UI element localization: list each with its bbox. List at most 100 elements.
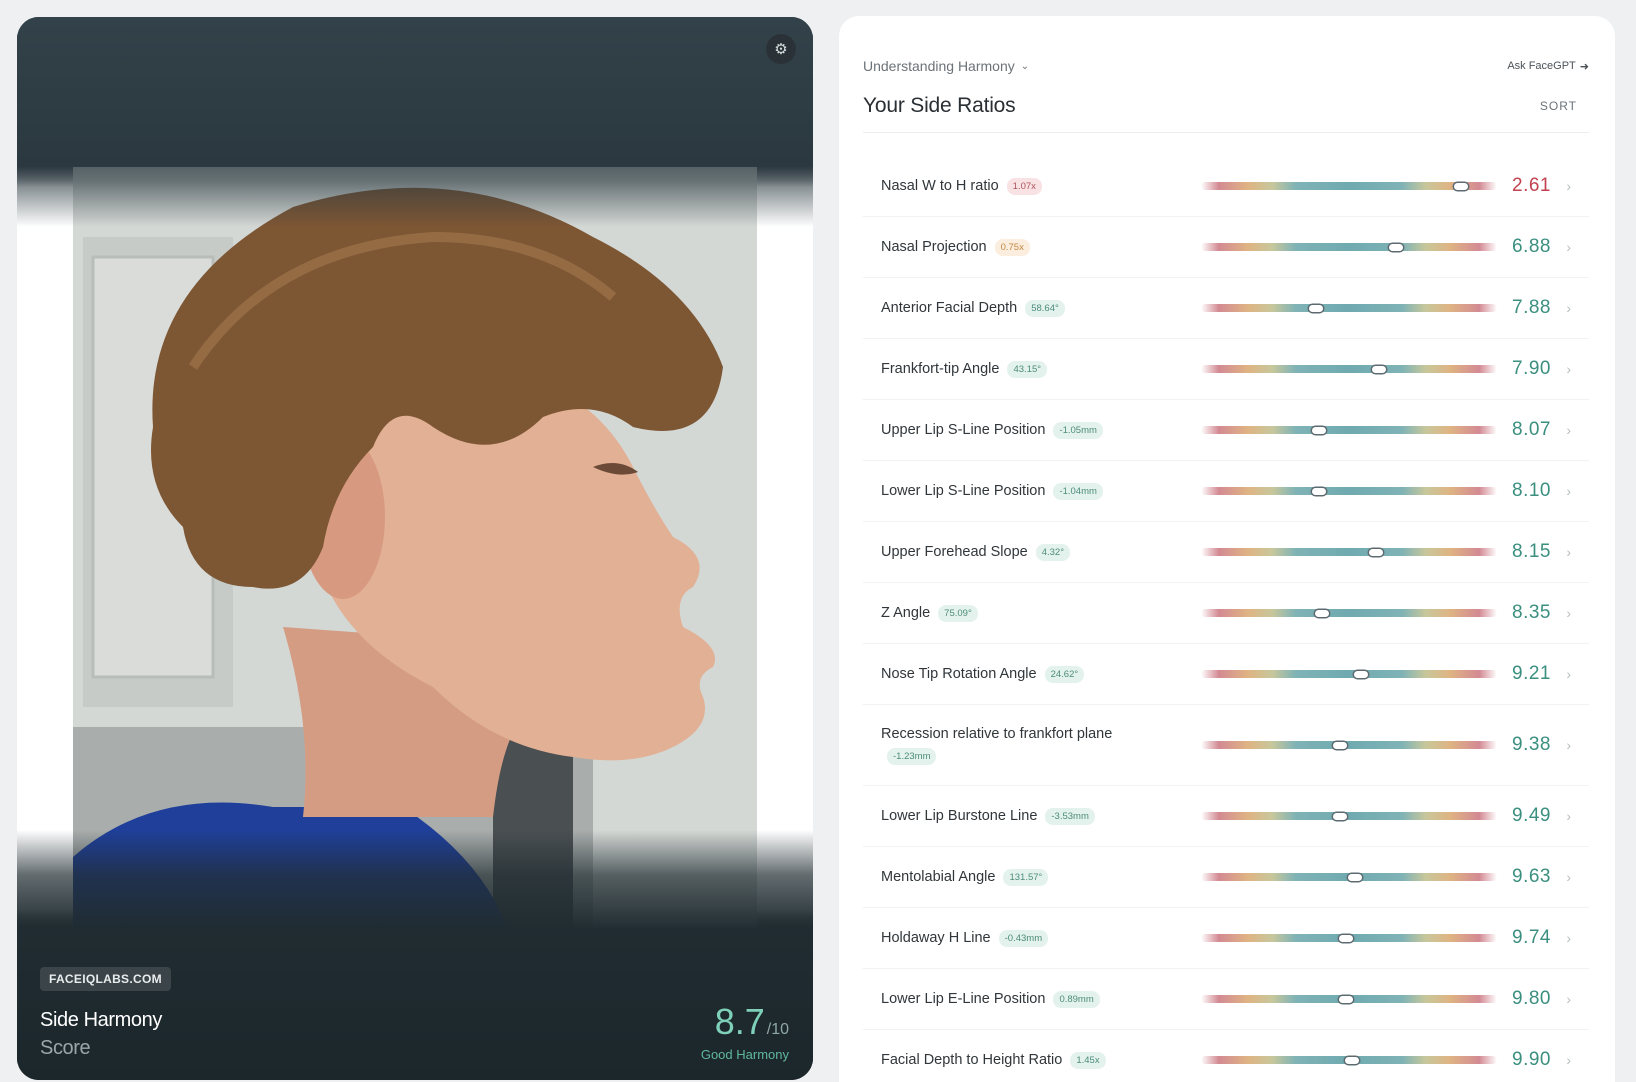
- panel-header: Your Side Ratios SORT: [863, 94, 1589, 133]
- ratio-name: Lower Lip Burstone Line: [881, 808, 1038, 824]
- ratio-range-bar: [1201, 548, 1497, 556]
- ratio-score: 7.90: [1512, 358, 1551, 379]
- ratio-name: Nasal Projection: [881, 239, 987, 255]
- chevron-right-icon: ›: [1566, 991, 1571, 1007]
- ratio-range-bar: [1201, 609, 1497, 617]
- ratio-score: 9.90: [1512, 1049, 1551, 1070]
- ratio-range-bar: [1201, 812, 1497, 820]
- ratio-score: 9.74: [1512, 927, 1551, 948]
- chevron-right-icon: ›: [1566, 483, 1571, 499]
- ratio-score: 8.15: [1512, 541, 1551, 562]
- chevron-right-icon: ›: [1566, 1052, 1571, 1068]
- ratio-score: 8.35: [1512, 602, 1551, 623]
- ratio-range-bar: [1201, 873, 1497, 881]
- ask-facegpt-link[interactable]: Ask FaceGPT ➜: [1507, 60, 1589, 73]
- ratio-name: Nasal W to H ratio: [881, 178, 999, 194]
- chevron-right-icon: ›: [1566, 605, 1571, 621]
- ratio-name: Z Angle: [881, 605, 931, 621]
- measurement-badge: -1.04mm: [1053, 482, 1103, 500]
- chevron-right-icon: ›: [1566, 300, 1571, 316]
- ask-label: Ask FaceGPT: [1507, 60, 1576, 72]
- ratio-range-bar: [1201, 741, 1497, 749]
- ratio-row[interactable]: Upper Forehead Slope 4.32° 8.15 ›: [863, 522, 1589, 583]
- ratio-position-marker: [1339, 995, 1354, 1003]
- ratio-row[interactable]: Upper Lip S-Line Position -1.05mm 8.07 ›: [863, 400, 1589, 461]
- panel-toolbar: Understanding Harmony ⌄ Ask FaceGPT ➜: [863, 58, 1589, 74]
- chevron-right-icon: ›: [1566, 361, 1571, 377]
- score-label: Good Harmony: [700, 1047, 789, 1062]
- ratio-row[interactable]: Anterior Facial Depth 58.64° 7.88 ›: [863, 278, 1589, 339]
- ratio-range-bar: [1201, 934, 1497, 942]
- ratio-score: 6.88: [1512, 236, 1551, 257]
- ratio-name: Mentolabial Angle: [881, 869, 996, 885]
- ratio-row[interactable]: Nasal W to H ratio 1.07x 2.61 ›: [863, 156, 1589, 217]
- measurement-badge: 0.89mm: [1053, 990, 1100, 1008]
- chevron-right-icon: ›: [1566, 808, 1571, 824]
- ratio-row[interactable]: Recession relative to frankfort plane -1.…: [863, 705, 1589, 786]
- ratio-row[interactable]: Holdaway H Line -0.43mm 9.74 ›: [863, 908, 1589, 969]
- measurement-badge: 1.07x: [1006, 177, 1042, 195]
- ratio-name-group: Z Angle 75.09°: [881, 583, 1181, 643]
- ratio-row[interactable]: Nose Tip Rotation Angle 24.62° 9.21 ›: [863, 644, 1589, 705]
- ratio-range-bar: [1201, 365, 1497, 373]
- photo-bottom-shade: [17, 830, 813, 1080]
- ratio-score: 9.80: [1512, 988, 1551, 1009]
- ratio-score: 8.10: [1512, 480, 1551, 501]
- ratio-score: 9.21: [1512, 663, 1551, 684]
- ratio-name: Lower Lip E-Line Position: [881, 991, 1046, 1007]
- chevron-right-icon: ›: [1566, 422, 1571, 438]
- ratio-name: Holdaway H Line: [881, 930, 991, 946]
- ratio-score: 8.07: [1512, 419, 1551, 440]
- ratio-range-bar: [1201, 426, 1497, 434]
- chevron-right-icon: ›: [1566, 666, 1571, 682]
- ratio-row[interactable]: Lower Lip E-Line Position 0.89mm 9.80 ›: [863, 969, 1589, 1030]
- ratio-row[interactable]: Facial Depth to Height Ratio 1.45x 9.90 ›: [863, 1030, 1589, 1082]
- understanding-dropdown[interactable]: Understanding Harmony ⌄: [863, 58, 1029, 74]
- ratio-range-bar: [1201, 182, 1497, 190]
- ratio-range-bar: [1201, 487, 1497, 495]
- ratio-row[interactable]: Lower Lip Burstone Line -3.53mm 9.49 ›: [863, 786, 1589, 847]
- chevron-right-icon: ›: [1566, 869, 1571, 885]
- measurement-badge: 1.45x: [1070, 1051, 1106, 1069]
- sort-button[interactable]: SORT: [1540, 99, 1589, 113]
- ratio-range-bar: [1201, 670, 1497, 678]
- ratio-name-group: Nose Tip Rotation Angle 24.62°: [881, 644, 1181, 704]
- ratio-name: Anterior Facial Depth: [881, 300, 1018, 316]
- ratio-range-bar: [1201, 1056, 1497, 1064]
- ratio-name: Recession relative to frankfort plane: [881, 725, 1113, 742]
- settings-button[interactable]: ⚙: [766, 34, 796, 64]
- ratio-score: 7.88: [1512, 297, 1551, 318]
- ratio-score: 2.61: [1512, 175, 1551, 196]
- ratio-score: 9.38: [1512, 734, 1551, 755]
- measurement-badge: 4.32°: [1035, 543, 1071, 561]
- ratio-row[interactable]: Lower Lip S-Line Position -1.04mm 8.10 ›: [863, 461, 1589, 522]
- ratio-name-group: Upper Lip S-Line Position -1.05mm: [881, 400, 1181, 460]
- score-denominator: /10: [766, 1021, 789, 1038]
- measurement-badge: 0.75x: [994, 238, 1030, 256]
- ratio-name: Nose Tip Rotation Angle: [881, 666, 1037, 682]
- ratio-name: Facial Depth to Height Ratio: [881, 1052, 1063, 1068]
- harmony-subtitle: Score: [40, 1037, 91, 1059]
- ratio-name-group: Anterior Facial Depth 58.64°: [881, 278, 1181, 338]
- ratio-name: Upper Forehead Slope: [881, 544, 1028, 560]
- ratio-position-marker: [1309, 304, 1324, 312]
- ratio-row[interactable]: Mentolabial Angle 131.57° 9.63 ›: [863, 847, 1589, 908]
- chevron-right-icon: ›: [1566, 178, 1571, 194]
- ratio-position-marker: [1454, 182, 1469, 190]
- ratio-row[interactable]: Frankfort-tip Angle 43.15° 7.90 ›: [863, 339, 1589, 400]
- chevron-right-icon: ›: [1566, 239, 1571, 255]
- ratio-position-marker: [1312, 426, 1327, 434]
- harmony-score: 8.7/10 Good Harmony: [701, 1001, 789, 1062]
- brand-badge: FACEIQLABS.COM: [40, 967, 171, 991]
- measurement-badge: -0.43mm: [998, 929, 1049, 947]
- ratio-row[interactable]: Z Angle 75.09° 8.35 ›: [863, 583, 1589, 644]
- ratio-position-marker: [1333, 812, 1348, 820]
- ratio-position-marker: [1371, 365, 1386, 373]
- gear-icon: ⚙: [774, 41, 788, 58]
- ratio-position-marker: [1315, 609, 1330, 617]
- arrow-right-icon: ➜: [1579, 60, 1589, 73]
- ratio-range-bar: [1201, 304, 1497, 312]
- ratio-row[interactable]: Nasal Projection 0.75x 6.88 ›: [863, 217, 1589, 278]
- measurement-badge: -3.53mm: [1045, 807, 1095, 825]
- ratio-position-marker: [1389, 243, 1404, 251]
